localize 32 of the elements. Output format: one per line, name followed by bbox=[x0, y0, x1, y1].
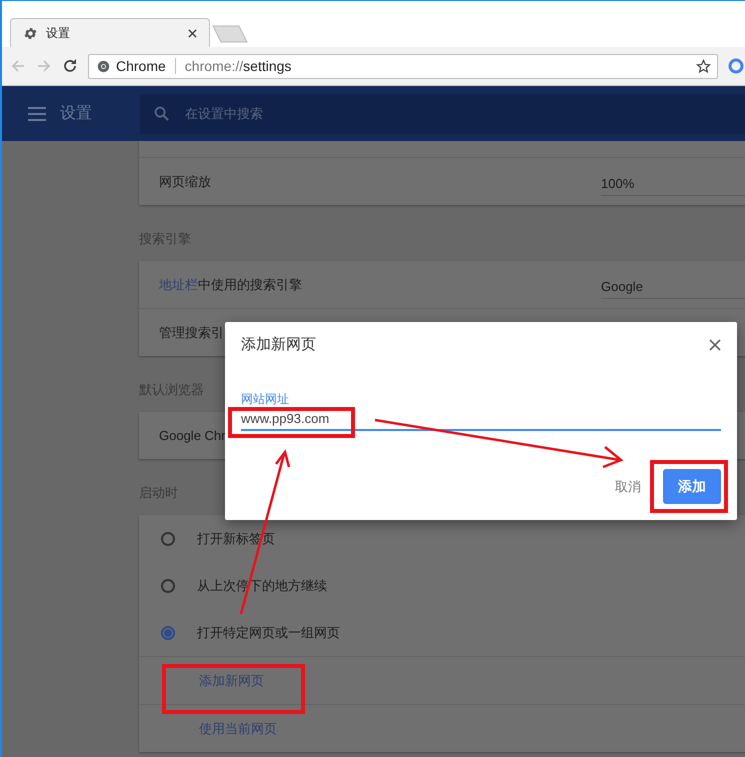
radio-button[interactable] bbox=[161, 578, 175, 592]
address-bar-link[interactable]: 地址栏 bbox=[159, 276, 198, 292]
dialog-title: 添加新网页 bbox=[241, 335, 316, 354]
menu-icon[interactable] bbox=[28, 106, 46, 120]
url-text: chrome://settings bbox=[184, 58, 292, 74]
dropdown[interactable]: Google bbox=[601, 278, 745, 298]
setting-label: 网页缩放 bbox=[159, 172, 212, 190]
page-title: 设置 bbox=[60, 104, 92, 124]
search-field[interactable]: 在设置中搜索 bbox=[183, 105, 363, 122]
link[interactable]: 添加新网页 bbox=[159, 672, 264, 690]
address-bar[interactable]: Chrome chrome://settings bbox=[88, 54, 718, 78]
add-button[interactable]: 添加 bbox=[663, 469, 721, 504]
extension-icon[interactable] bbox=[728, 58, 744, 74]
reload-icon[interactable] bbox=[62, 58, 78, 74]
new-tab-button[interactable] bbox=[212, 25, 248, 43]
site-label: Chrome bbox=[116, 58, 166, 74]
tab-title: 设置 bbox=[46, 24, 71, 42]
dropdown[interactable]: 100% bbox=[601, 176, 745, 196]
close-icon[interactable] bbox=[188, 28, 197, 38]
search-icon bbox=[154, 106, 169, 121]
settings-icon bbox=[23, 26, 38, 40]
radio-button[interactable] bbox=[161, 532, 175, 546]
radio-button[interactable] bbox=[161, 626, 175, 640]
close-icon[interactable] bbox=[709, 338, 721, 350]
browser-tab[interactable]: 设置 bbox=[10, 18, 210, 47]
star-icon[interactable] bbox=[696, 58, 711, 74]
cancel-button[interactable]: 取消 bbox=[615, 478, 641, 496]
radio-label: 打开特定网页或一组网页 bbox=[197, 624, 341, 642]
field-label: 网站网址 bbox=[241, 391, 290, 408]
setting-label: 地址栏中使用的搜索引擎 bbox=[159, 276, 303, 294]
radio-label: 从上次停下的地方继续 bbox=[197, 576, 328, 594]
link[interactable]: 使用当前网页 bbox=[159, 720, 277, 738]
